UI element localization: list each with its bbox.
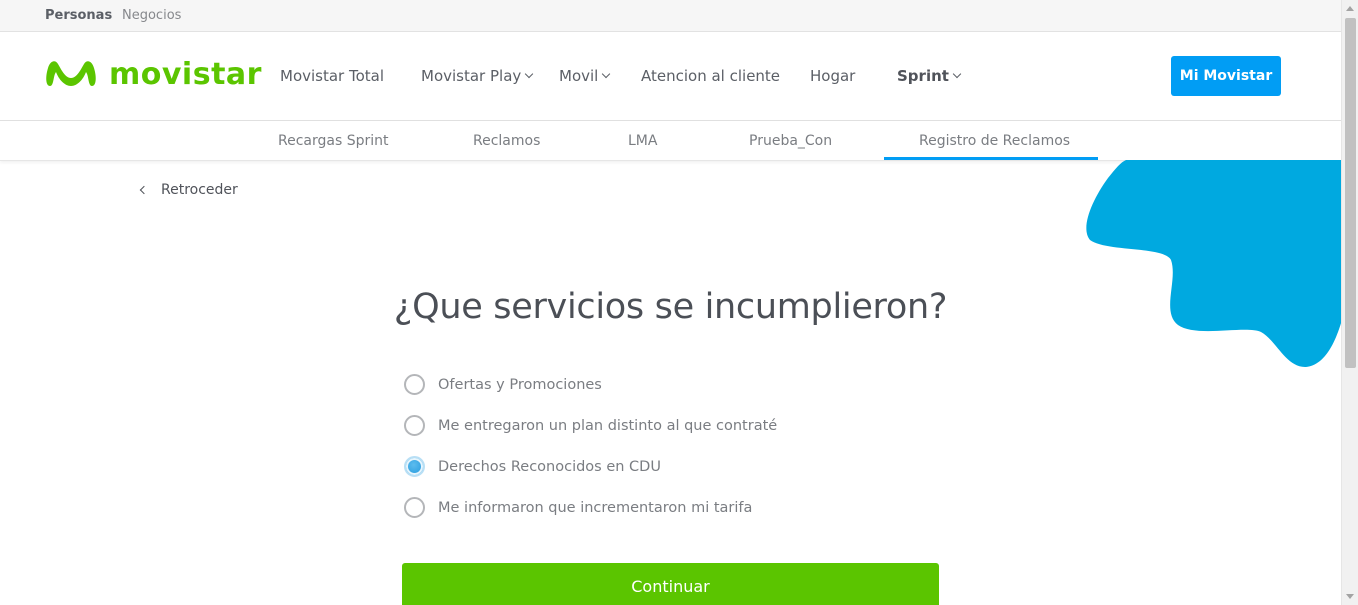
movistar-m-icon xyxy=(46,61,96,86)
nav-label: Movil xyxy=(559,67,599,85)
radio-checked-icon[interactable] xyxy=(404,456,425,477)
back-label: Retroceder xyxy=(161,182,238,198)
segment-negocios-link[interactable]: Negocios xyxy=(122,8,181,23)
subnav-prueba-con[interactable]: Prueba_Con xyxy=(749,133,832,149)
subnav-registro-de-reclamos[interactable]: Registro de Reclamos xyxy=(919,133,1070,149)
nav-label: Sprint xyxy=(897,67,949,85)
vertical-scrollbar[interactable] xyxy=(1341,0,1358,605)
chevron-down-icon xyxy=(602,69,611,79)
logo-wordmark: movistar xyxy=(109,56,262,92)
nav-sprint[interactable]: Sprint xyxy=(897,67,962,85)
main-header: movistar Movistar Total Movistar Play Mo… xyxy=(0,32,1341,121)
nav-label: Atencion al cliente xyxy=(641,67,781,85)
decorative-blob-shape xyxy=(1086,160,1342,368)
nav-movil[interactable]: Movil xyxy=(559,67,611,85)
services-radio-group: Ofertas y Promociones Me entregaron un p… xyxy=(404,374,777,538)
subnav-reclamos[interactable]: Reclamos xyxy=(473,133,540,149)
back-link[interactable]: Retroceder xyxy=(137,182,238,198)
option-label: Me informaron que incrementaron mi tarif… xyxy=(438,500,753,516)
chevron-down-icon xyxy=(952,69,962,79)
radio-icon[interactable] xyxy=(404,497,425,518)
nav-movistar-total[interactable]: Movistar Total xyxy=(280,67,384,85)
continue-button[interactable]: Continuar xyxy=(402,563,939,605)
nav-label: Movistar Play xyxy=(421,67,522,85)
option-plan-distinto[interactable]: Me entregaron un plan distinto al que co… xyxy=(404,415,777,456)
subnav-lma[interactable]: LMA xyxy=(628,133,657,149)
nav-atencion-al-cliente[interactable]: Atencion al cliente xyxy=(641,67,780,85)
movistar-logo[interactable]: movistar xyxy=(44,54,262,94)
scrollbar-thumb[interactable] xyxy=(1345,18,1356,368)
nav-label: Movistar Total xyxy=(280,67,385,85)
nav-label: Hogar xyxy=(810,67,856,85)
chevron-left-icon xyxy=(139,185,149,195)
nav-movistar-play[interactable]: Movistar Play xyxy=(421,67,534,85)
chevron-down-icon xyxy=(525,69,534,79)
option-label: Derechos Reconocidos en CDU xyxy=(438,459,661,475)
option-incremento-tarifa[interactable]: Me informaron que incrementaron mi tarif… xyxy=(404,497,777,538)
segment-personas-link[interactable]: Personas xyxy=(45,8,112,23)
nav-hogar[interactable]: Hogar xyxy=(810,67,855,85)
sub-navigation: Recargas Sprint Reclamos LMA Prueba_Con … xyxy=(0,121,1341,161)
scroll-down-arrow-icon[interactable] xyxy=(1346,594,1354,599)
radio-icon[interactable] xyxy=(404,415,425,436)
scroll-up-arrow-icon[interactable] xyxy=(1346,6,1354,11)
option-ofertas-promociones[interactable]: Ofertas y Promociones xyxy=(404,374,777,415)
segment-bar: Personas Negocios xyxy=(0,0,1341,32)
page-title: ¿Que servicios se incumplieron? xyxy=(393,287,948,327)
option-label: Me entregaron un plan distinto al que co… xyxy=(438,418,778,434)
option-derechos-cdu[interactable]: Derechos Reconocidos en CDU xyxy=(404,456,777,497)
active-tab-indicator xyxy=(884,157,1098,160)
radio-icon[interactable] xyxy=(404,374,425,395)
mi-movistar-button[interactable]: Mi Movistar xyxy=(1171,56,1281,96)
subnav-recargas-sprint[interactable]: Recargas Sprint xyxy=(278,133,389,149)
option-label: Ofertas y Promociones xyxy=(438,377,602,393)
